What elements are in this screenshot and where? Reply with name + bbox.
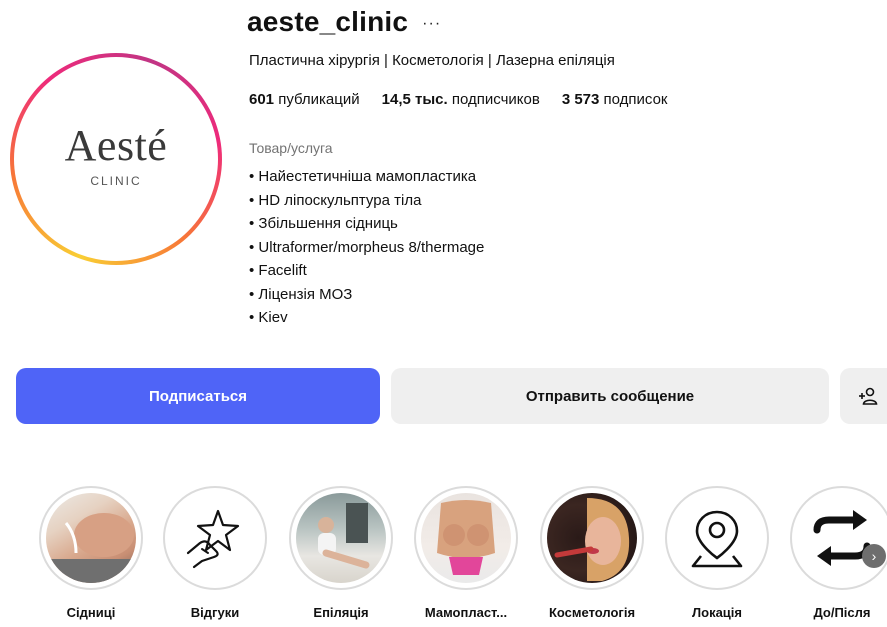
highlight-item[interactable]: Локація (662, 486, 772, 620)
highlight-item[interactable]: Відгуки (160, 486, 270, 620)
photo-icon (46, 513, 136, 583)
highlight-item[interactable]: Косметологія (537, 486, 647, 620)
highlight-photo (797, 493, 887, 583)
more-options-icon[interactable]: ··· (422, 15, 441, 33)
logo-wordmark: Aesté (64, 121, 168, 170)
highlight-cover (39, 486, 143, 590)
photo-icon (554, 498, 630, 581)
highlight-label: Мамопласт... (424, 605, 508, 620)
bio-line: Найестетичніша мамопластика (249, 165, 484, 189)
bio-line: Ultraformer/morpheus 8/thermage (249, 236, 484, 260)
bio-category: Товар/услуга (249, 140, 333, 156)
highlight-photo (421, 493, 511, 583)
highlight-photo (296, 493, 386, 583)
following-count[interactable]: 3 573 подписок (562, 91, 668, 108)
highlight-cover (414, 486, 518, 590)
bio-line: Ліцензія МОЗ (249, 283, 484, 307)
username-row: aeste_clinic ··· (247, 6, 441, 38)
posts-label: публикаций (278, 91, 360, 108)
profile-stats: 601 публикаций 14,5 тыс. подписчиков 3 5… (249, 91, 690, 108)
highlight-photo (170, 493, 260, 583)
clinic-logo: Aesté CLINIC (19, 62, 213, 256)
follow-button[interactable]: Подписаться (16, 368, 380, 424)
highlight-cover (790, 486, 887, 590)
highlight-item[interactable]: Епіляція (286, 486, 396, 620)
highlight-cover (540, 486, 644, 590)
followers-count[interactable]: 14,5 тыс. подписчиков (382, 91, 540, 108)
posts-value: 601 (249, 91, 275, 108)
profile-category-line: Пластична хірургія | Косметологія | Лазе… (249, 52, 615, 69)
photo-icon (318, 503, 370, 569)
send-message-button[interactable]: Отправить сообщение (391, 368, 829, 424)
username: aeste_clinic (247, 6, 409, 37)
highlight-photo (46, 493, 136, 583)
logo-subtitle: CLINIC (90, 174, 142, 188)
suggest-user-button[interactable] (840, 368, 887, 424)
avatar-border: Aesté CLINIC (14, 57, 218, 261)
highlight-photo (547, 493, 637, 583)
highlight-label: Відгуки (190, 605, 240, 620)
location-pin-icon (691, 510, 743, 568)
posts-count[interactable]: 601 публикаций (249, 91, 360, 108)
bio-line: Facelift (249, 259, 484, 283)
highlight-label: До/Після (813, 605, 871, 620)
highlight-cover (163, 486, 267, 590)
followers-label: подписчиков (451, 91, 540, 108)
highlight-cover (289, 486, 393, 590)
photo-icon (437, 500, 495, 575)
highlight-item[interactable]: Мамопласт... (411, 486, 521, 620)
followers-value: 14,5 тыс. (381, 91, 448, 108)
following-label: подписок (603, 91, 668, 108)
following-value: 3 573 (561, 91, 600, 108)
highlight-label: Локація (692, 605, 742, 620)
highlight-label: Сідниці (66, 605, 116, 620)
bio-line: Збільшення сідниць (249, 212, 484, 236)
highlight-item[interactable]: Сідниці (36, 486, 146, 620)
highlight-cover (665, 486, 769, 590)
star-hand-icon (186, 509, 240, 569)
profile-avatar[interactable]: Aesté CLINIC (10, 53, 222, 265)
highlight-label: Епіляція (313, 605, 369, 620)
bio-line: HD ліпоскульптура тіла (249, 189, 484, 213)
bio-line: Kiev (249, 306, 484, 330)
highlight-label: Косметологія (548, 605, 636, 620)
chevron-right-icon[interactable]: › (862, 544, 886, 568)
bio-list: Найестетичніша мамопластика HD ліпоскуль… (249, 165, 484, 330)
story-highlights: Сідниці Відгуки Епіляція Мамопласт... Ко… (0, 486, 887, 627)
highlight-photo (672, 493, 762, 583)
add-user-icon (859, 387, 878, 405)
